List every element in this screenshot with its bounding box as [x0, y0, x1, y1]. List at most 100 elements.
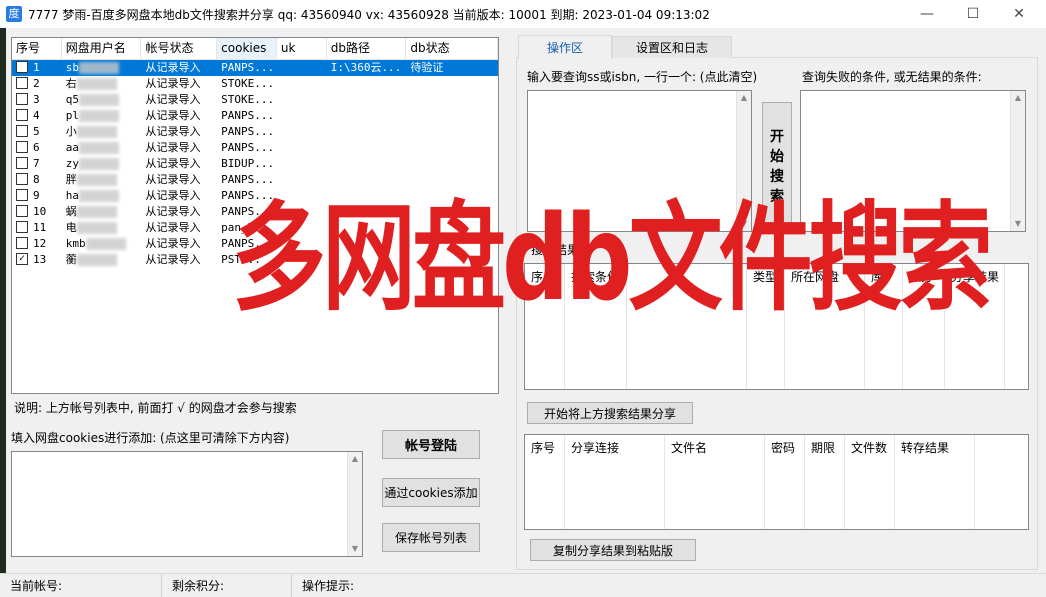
- cookie-input-label[interactable]: 填入网盘cookies进行添加: (点这里可清除下方内容): [11, 429, 289, 446]
- col-header-cookies[interactable]: cookies: [217, 38, 277, 59]
- copy-share-results-button[interactable]: 复制分享结果到粘贴版: [530, 539, 696, 561]
- scroll-down-icon[interactable]: ▼: [348, 542, 362, 556]
- account-row[interactable]: 7 zy 从记录导入 BIDUP...: [12, 156, 498, 172]
- share-col-filename[interactable]: 文件名: [665, 435, 765, 461]
- results-col-seq[interactable]: 序号: [525, 264, 565, 290]
- account-checkbox[interactable]: ✓: [16, 253, 28, 265]
- account-dbpath: [327, 124, 407, 140]
- share-col-seq[interactable]: 序号: [525, 435, 565, 461]
- fail-conditions-textarea[interactable]: ▲ ▼: [800, 90, 1026, 232]
- account-cookies: PANPS...: [221, 237, 275, 250]
- account-uk: [277, 236, 327, 252]
- fail-conditions-label: 查询失败的条件, 或无结果的条件:: [802, 70, 982, 84]
- col-header-user[interactable]: 网盘用户名: [62, 38, 142, 59]
- account-row[interactable]: 2 右从记录导入 STOKE...: [12, 76, 498, 92]
- account-list[interactable]: 序号 网盘用户名 帐号状态 cookies uk db路径 db状态 1 sb 从记…: [11, 37, 499, 394]
- results-col-disk[interactable]: 所在网盘: [785, 264, 865, 290]
- account-status: 从记录导入: [145, 93, 201, 106]
- share-col-password[interactable]: 密码: [765, 435, 805, 461]
- results-col-type[interactable]: 类型: [747, 264, 785, 290]
- account-row[interactable]: 9 ha 从记录导入 PANPS...: [12, 188, 498, 204]
- redacted-username: [79, 190, 120, 202]
- scroll-up-icon[interactable]: ▲: [348, 452, 362, 466]
- account-row[interactable]: 6 aa 从记录导入 PANPS...: [12, 140, 498, 156]
- account-checkbox[interactable]: [16, 125, 28, 137]
- account-dbpath: [327, 188, 407, 204]
- account-checkbox[interactable]: [16, 157, 28, 169]
- account-seq: 1: [12, 60, 62, 76]
- results-col-lib[interactable]: 库: [865, 264, 903, 290]
- account-checkbox[interactable]: [16, 61, 28, 73]
- search-results-grid[interactable]: 序号 搜索条件 类型 所在网盘 库 积分 分享结果: [524, 263, 1029, 390]
- account-username: 右: [62, 76, 142, 92]
- account-row[interactable]: 8 胖从记录导入 PANPS...: [12, 172, 498, 188]
- account-checkbox[interactable]: [16, 237, 28, 249]
- account-checkbox[interactable]: [16, 205, 28, 217]
- account-checkbox[interactable]: [16, 189, 28, 201]
- query-scrollbar[interactable]: ▲ ▼: [736, 91, 751, 231]
- save-account-list-button[interactable]: 保存帐号列表: [382, 523, 480, 552]
- account-login-button[interactable]: 帐号登陆: [382, 430, 480, 459]
- account-status: 从记录导入: [145, 237, 201, 250]
- share-col-save-result[interactable]: 转存结果: [895, 435, 975, 461]
- col-header-status[interactable]: 帐号状态: [141, 38, 218, 59]
- col-header-uk[interactable]: uk: [277, 38, 327, 59]
- tab-settings-log[interactable]: 设置区和日志: [612, 36, 732, 58]
- results-col-condition[interactable]: 搜索条件: [565, 264, 627, 290]
- account-dbstatus: [406, 156, 498, 172]
- share-col-link[interactable]: 分享连接: [565, 435, 665, 461]
- add-by-cookies-button[interactable]: 通过cookies添加: [382, 478, 480, 507]
- scroll-down-icon[interactable]: ▼: [737, 217, 751, 231]
- account-dbpath: [327, 76, 407, 92]
- account-username: sb: [62, 60, 142, 76]
- account-row[interactable]: 4 pl 从记录导入 PANPS...: [12, 108, 498, 124]
- results-col-share[interactable]: 分享结果: [945, 264, 1005, 290]
- app-icon: 度: [6, 6, 22, 22]
- account-dbstatus: [406, 204, 498, 220]
- share-col-expiry[interactable]: 期限: [805, 435, 845, 461]
- account-row[interactable]: ✓ 13 蘅从记录导入 PST...: [12, 252, 498, 268]
- minimize-button[interactable]: —: [904, 0, 950, 28]
- account-seq: 12: [12, 236, 62, 252]
- account-checkbox[interactable]: [16, 221, 28, 233]
- scroll-down-icon[interactable]: ▼: [1011, 217, 1025, 231]
- account-checkbox[interactable]: [16, 173, 28, 185]
- tab-operation[interactable]: 操作区: [518, 35, 612, 59]
- query-textarea[interactable]: ▲ ▼: [527, 90, 752, 232]
- account-checkbox[interactable]: [16, 141, 28, 153]
- share-results-button[interactable]: 开始将上方搜索结果分享: [527, 402, 693, 424]
- account-row[interactable]: 5 小从记录导入 PANPS...: [12, 124, 498, 140]
- col-header-dbpath[interactable]: db路径: [327, 38, 407, 59]
- account-checkbox[interactable]: [16, 77, 28, 89]
- account-cookies: PANPS...: [221, 61, 275, 74]
- account-row[interactable]: 12 kmb 从记录导入 PANPS...: [12, 236, 498, 252]
- share-results-grid[interactable]: 序号 分享连接 文件名 密码 期限 文件数 转存结果: [524, 434, 1029, 530]
- account-row[interactable]: 1 sb 从记录导入 PANPS... I:\360云... 待验证: [12, 60, 498, 76]
- account-row[interactable]: 3 q5 从记录导入 STOKE...: [12, 92, 498, 108]
- cookie-textarea[interactable]: ▲ ▼: [11, 451, 363, 557]
- account-cookies: PANPS...: [221, 125, 275, 138]
- account-checkbox[interactable]: [16, 93, 28, 105]
- query-input-label[interactable]: 输入要查询ss或isbn, 一行一个: (点此清空): [527, 68, 757, 85]
- col-header-seq[interactable]: 序号: [12, 38, 62, 59]
- account-row[interactable]: 11 电从记录导入 pan_l...: [12, 220, 498, 236]
- account-checkbox[interactable]: [16, 109, 28, 121]
- scroll-up-icon[interactable]: ▲: [1011, 91, 1025, 105]
- share-col-filecount[interactable]: 文件数: [845, 435, 895, 461]
- maximize-button[interactable]: ☐: [950, 0, 996, 28]
- status-current-account: 当前帐号:: [0, 573, 162, 597]
- cookie-scrollbar[interactable]: ▲ ▼: [347, 452, 362, 556]
- account-uk: [277, 188, 327, 204]
- account-username: q5: [62, 92, 142, 108]
- account-dbstatus: [406, 236, 498, 252]
- account-row[interactable]: 10 蜗从记录导入 PANPS...: [12, 204, 498, 220]
- start-search-button[interactable]: 开 始 搜 索: [762, 102, 792, 232]
- fail-scrollbar[interactable]: ▲ ▼: [1010, 91, 1025, 231]
- account-status: 从记录导入: [145, 77, 201, 90]
- close-button[interactable]: ✕: [996, 0, 1042, 28]
- account-list-header: 序号 网盘用户名 帐号状态 cookies uk db路径 db状态: [12, 38, 498, 60]
- status-bar: 当前帐号: 剩余积分: 操作提示:: [0, 573, 1046, 597]
- results-col-points[interactable]: 积分: [903, 264, 945, 290]
- scroll-up-icon[interactable]: ▲: [737, 91, 751, 105]
- col-header-dbstatus[interactable]: db状态: [406, 38, 498, 59]
